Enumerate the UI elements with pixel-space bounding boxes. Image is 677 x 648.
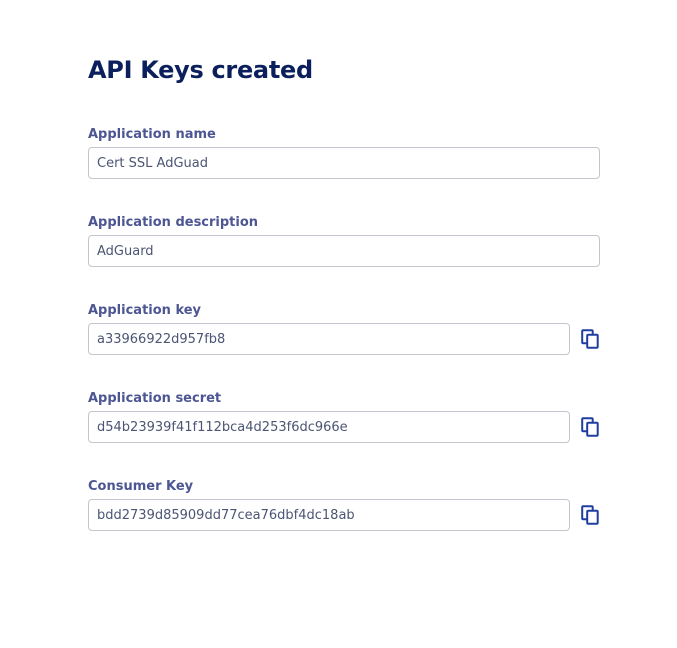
application-key-input[interactable] bbox=[88, 323, 570, 355]
application-description-input[interactable] bbox=[88, 235, 600, 267]
api-keys-form: Application name Application description… bbox=[88, 126, 600, 566]
copy-consumer-key-button[interactable] bbox=[578, 501, 602, 529]
copy-icon bbox=[581, 329, 599, 349]
application-name-label: Application name bbox=[88, 127, 216, 142]
application-name-input[interactable] bbox=[88, 147, 600, 179]
application-key-label: Application key bbox=[88, 303, 202, 318]
application-secret-label: Application secret bbox=[88, 391, 222, 406]
application-key-field: Application key bbox=[88, 302, 600, 390]
consumer-key-field: Consumer Key bbox=[88, 478, 600, 566]
application-secret-field: Application secret bbox=[88, 390, 600, 478]
consumer-key-input[interactable] bbox=[88, 499, 570, 531]
application-description-field: Application description bbox=[88, 214, 600, 302]
api-keys-page: API Keys created Application name Applic… bbox=[88, 52, 600, 531]
copy-application-key-button[interactable] bbox=[578, 325, 602, 353]
copy-icon bbox=[581, 505, 599, 525]
application-secret-input[interactable] bbox=[88, 411, 570, 443]
application-name-field: Application name bbox=[88, 126, 600, 214]
copy-application-secret-button[interactable] bbox=[578, 413, 602, 441]
page-title: API Keys created bbox=[88, 56, 313, 84]
consumer-key-label: Consumer Key bbox=[88, 479, 194, 494]
application-description-label: Application description bbox=[88, 215, 259, 230]
copy-icon bbox=[581, 417, 599, 437]
